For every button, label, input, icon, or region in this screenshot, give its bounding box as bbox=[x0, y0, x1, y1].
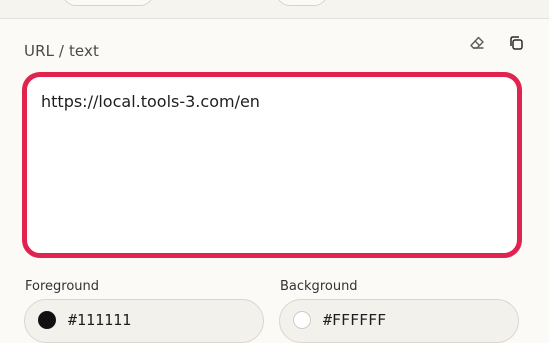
background-swatch bbox=[293, 310, 311, 329]
eraser-icon[interactable] bbox=[466, 32, 488, 54]
background-color-picker[interactable]: #FFFFFF bbox=[279, 299, 519, 343]
url-text-label: URL / text bbox=[24, 42, 99, 60]
background-label: Background bbox=[280, 279, 358, 294]
background-color-value: #FFFFFF bbox=[323, 310, 387, 329]
top-toolbar bbox=[0, 0, 549, 19]
foreground-swatch bbox=[38, 310, 56, 329]
copy-icon[interactable] bbox=[505, 32, 527, 54]
foreground-label: Foreground bbox=[25, 279, 100, 294]
toolbar-pill[interactable] bbox=[62, 0, 154, 6]
foreground-color-value: #111111 bbox=[68, 310, 132, 329]
foreground-color-picker[interactable]: #111111 bbox=[24, 299, 264, 343]
toolbar-pill[interactable] bbox=[276, 0, 328, 6]
url-text-input[interactable]: https://local.tools-3.com/en bbox=[22, 72, 522, 258]
